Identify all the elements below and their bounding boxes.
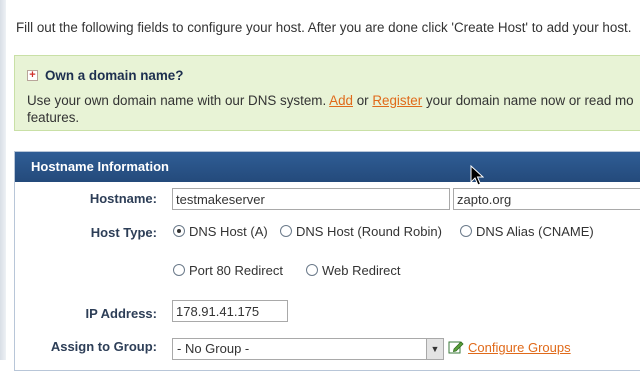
group-select-value: - No Group - [177,341,250,356]
radio-port-80-redirect[interactable]: Port 80 Redirect [173,263,283,278]
desc-line2: features. [27,110,80,125]
hostname-label: Hostname: [89,191,157,206]
add-link[interactable]: Add [329,93,353,108]
radio-button[interactable] [460,225,472,237]
radio-dns-host-a[interactable]: DNS Host (A) [173,224,268,239]
radio-label: Port 80 Redirect [189,263,283,278]
desc-or: or [352,93,373,108]
assign-to-group-label: Assign to Group: [50,339,157,354]
domain-info-box: + Own a domain name? Use your own domain… [14,55,640,131]
radio-button[interactable] [280,225,292,237]
desc-suffix: your domain name now or read mo [422,93,634,108]
configure-groups-link[interactable]: Configure Groups [468,340,571,355]
desc-prefix: Use your own domain name with our DNS sy… [27,93,330,108]
host-type-label: Host Type: [90,225,157,240]
intro-text: Fill out the following fields to configu… [16,20,632,35]
register-link[interactable]: Register [372,93,422,108]
panel-title: Hostname Information [15,152,640,182]
radio-label: Web Redirect [322,263,401,278]
radio-web-redirect[interactable]: Web Redirect [306,263,401,278]
radio-button-selected[interactable] [173,225,185,237]
hostname-input[interactable] [172,188,450,210]
ip-address-input[interactable] [172,300,288,322]
radio-dns-host-round-robin[interactable]: DNS Host (Round Robin) [280,224,442,239]
radio-button[interactable] [306,264,318,276]
radio-dns-alias-cname[interactable]: DNS Alias (CNAME) [460,224,594,239]
hostname-information-panel: Hostname Information Hostname: Host Type… [14,151,640,371]
edit-icon[interactable] [448,339,464,355]
group-select[interactable]: - No Group - ▼ [172,338,444,360]
page-left-border [0,0,6,360]
radio-button[interactable] [173,264,185,276]
domain-box-heading[interactable]: Own a domain name? [45,68,183,83]
ip-address-label: IP Address: [85,306,157,321]
radio-label: DNS Alias (CNAME) [476,224,594,239]
radio-label: DNS Host (A) [189,224,268,239]
domain-box-description: Use your own domain name with our DNS sy… [27,92,634,126]
radio-label: DNS Host (Round Robin) [296,224,442,239]
chevron-down-icon[interactable]: ▼ [426,339,443,359]
mouse-cursor-icon [470,165,484,186]
plus-icon[interactable]: + [27,70,38,81]
domain-select-field[interactable] [453,188,640,210]
